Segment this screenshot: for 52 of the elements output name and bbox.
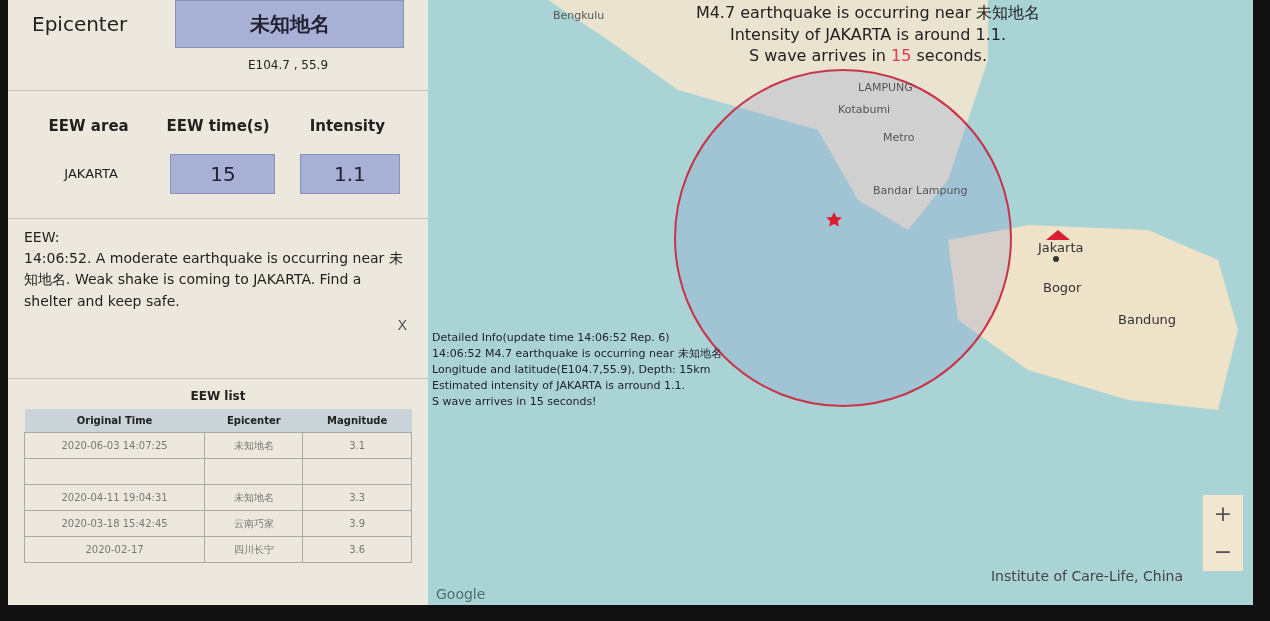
map[interactable] (428, 0, 1253, 605)
epicenter-label: Epicenter (32, 11, 128, 38)
table-cell: 未知地名 (204, 432, 303, 458)
table-cell: 2020-02-17 (24, 536, 205, 562)
eew-area-value: JAKARTA (62, 164, 119, 183)
detail-text: Detailed Info(update time 14:06:52 Rep. 6) (432, 330, 671, 346)
zoom-out-button[interactable]: − (1203, 533, 1243, 571)
intensity-field: 1.1 (299, 153, 400, 194)
map-logo: Google (436, 585, 486, 604)
eew-list-title: EEW list (189, 387, 247, 405)
alert-text: S wave arrives in 15 seconds. (749, 45, 987, 67)
table-cell: 3.6 (302, 536, 412, 562)
detail-text: S wave arrives in 15 seconds! (432, 393, 598, 410)
city-dot-icon (1053, 256, 1059, 262)
detail-text: Estimated intensity of JAKARTA is arround 1.1. (432, 377, 686, 394)
table-cell: 云南巧家 (204, 510, 303, 536)
house-marker-icon (1046, 230, 1070, 240)
table-cell: 2020-06-03 14:07:25 (24, 432, 205, 458)
epicenter-coordinates: E104.7 , 55.9 (246, 57, 330, 74)
place-label: Bandar Lampung (873, 183, 968, 199)
epicenter-star-icon (826, 212, 842, 227)
place-label: Jakarta (1038, 239, 1084, 257)
table-cell: 3.3 (302, 484, 412, 510)
column-header: Original Time (24, 408, 205, 432)
detail-text: Longitude and latitude(E104.7,55.9), Depth: 15km (432, 361, 712, 378)
detail-text: 14:06:52 M4.7 earthquake is occurring near 未知地名 (432, 345, 722, 362)
table-cell: 2020-04-11 19:04:31 (24, 484, 205, 510)
column-header: Magnitude (302, 408, 412, 432)
table-cell: 四川长宁 (204, 536, 303, 562)
attribution-text: Institute of Care-Life, China (990, 567, 1183, 586)
table-cell: 未知地名 (204, 484, 303, 510)
alert-text: Intensity of JAKARTA is around 1.1. (730, 23, 1006, 46)
alert-text: M4.7 earthquake is occurring near 未知地名 (695, 2, 1041, 24)
table-cell: 2020-03-18 15:42:45 (24, 510, 205, 536)
column-header: Intensity (308, 116, 386, 137)
zoom-in-button[interactable]: + (1203, 495, 1243, 533)
table-cell: 3.1 (302, 432, 412, 458)
column-header: Epicenter (204, 408, 303, 432)
table-cell: 3.9 (302, 510, 412, 536)
message-heading: EEW: (24, 227, 61, 247)
place-label: Bogor (1043, 279, 1082, 297)
epicenter-name-field: 未知地名 (175, 0, 404, 48)
place-label: LAMPUNG (858, 80, 913, 96)
place-label: Bandung (1118, 311, 1177, 329)
close-button[interactable]: X (392, 313, 412, 337)
place-label: Metro (883, 130, 915, 146)
column-header: EEW area (47, 116, 130, 137)
eew-time-field: 15 (170, 153, 276, 194)
column-header: EEW time(s) (165, 116, 271, 137)
warning-message: 14:06:52. A moderate earthquake is occurring near 未知地名. Weak shake is coming to JAKARTA. Find a shelter and keep safe. (24, 248, 404, 311)
place-label: Kotabumi (838, 102, 891, 118)
place-label: Bengkulu (553, 8, 605, 24)
